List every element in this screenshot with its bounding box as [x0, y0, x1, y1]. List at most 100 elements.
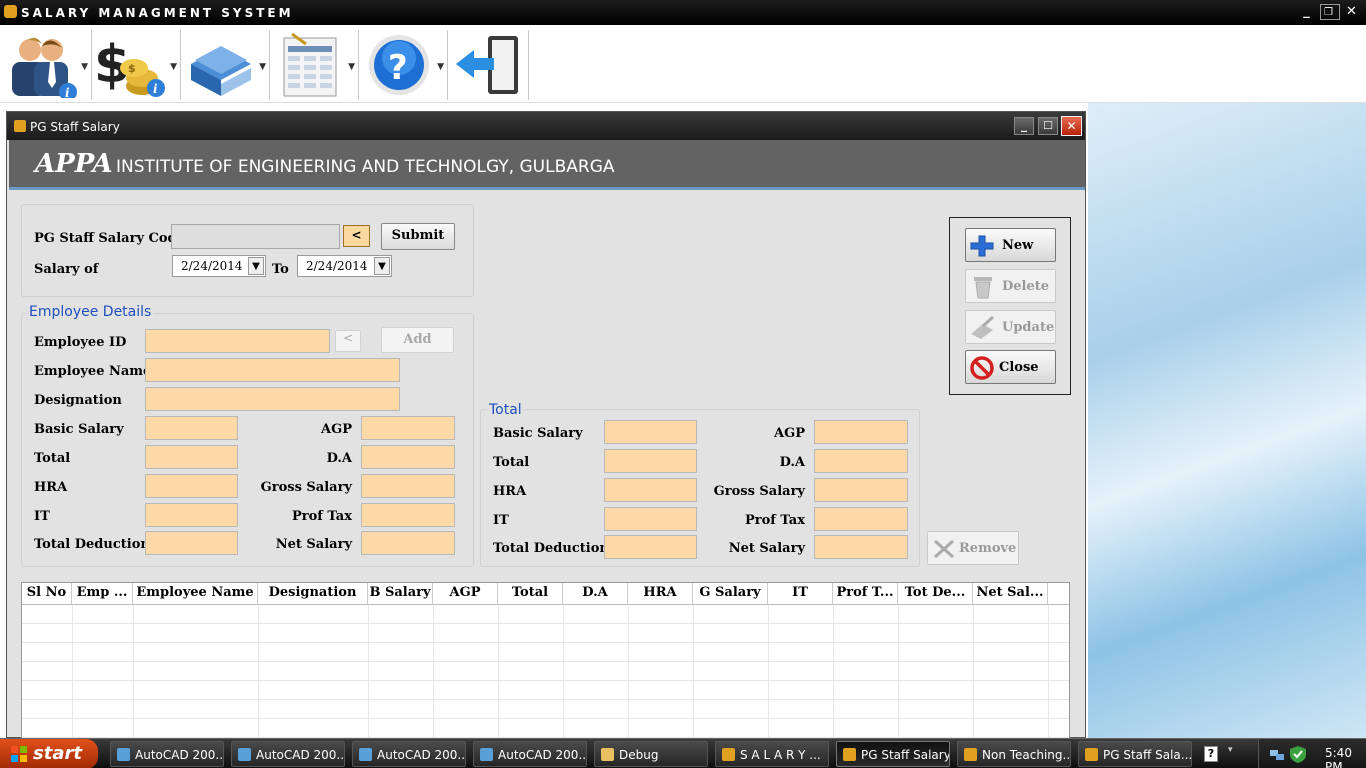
table-row[interactable] [22, 662, 1069, 681]
total-net-salary-input[interactable] [814, 535, 908, 559]
hra-input[interactable] [145, 474, 238, 498]
designation-input[interactable] [145, 387, 400, 411]
column-header[interactable]: Tot De... [898, 583, 973, 605]
designation-label: Designation [34, 393, 122, 408]
app-close-button[interactable]: ✕ [1343, 4, 1363, 20]
update-button[interactable]: Update [965, 310, 1056, 344]
date-to-picker[interactable]: 2/24/2014 ▼ [297, 255, 392, 277]
app-icon [964, 748, 977, 761]
employee-id-input[interactable] [145, 329, 330, 353]
basic-salary-input[interactable] [145, 416, 238, 440]
institute-banner: APPA INSTITUTE OF ENGINEERING AND TECHNO… [9, 140, 1085, 190]
books-button[interactable]: ▼ [181, 30, 270, 100]
table-row[interactable] [22, 719, 1069, 738]
agp-input[interactable] [361, 416, 455, 440]
employee-info-button[interactable]: i ▼ [4, 30, 92, 100]
taskbar-item-debug[interactable]: Debug [594, 741, 708, 767]
total-prof-tax-input[interactable] [814, 507, 908, 531]
taskbar-item-pg-staff-salary-2[interactable]: PG Staff Sala... [1078, 741, 1192, 767]
start-button[interactable]: start [0, 739, 98, 768]
table-row[interactable] [22, 624, 1069, 643]
total-total-deduction-input[interactable] [604, 535, 697, 559]
date-from-picker[interactable]: 2/24/2014 ▼ [172, 255, 266, 277]
chevron-down-icon[interactable]: ▼ [170, 62, 177, 72]
window-close-button[interactable]: ✕ [1061, 116, 1082, 136]
chevron-down-icon[interactable]: ▼ [348, 62, 355, 72]
column-header[interactable]: Employee Name [133, 583, 258, 605]
column-header[interactable]: Net Sal... [973, 583, 1048, 605]
column-header[interactable]: Prof T... [833, 583, 898, 605]
submit-button[interactable]: Submit [381, 223, 455, 250]
add-button[interactable]: Add [381, 327, 454, 353]
total-gross-salary-input[interactable] [814, 478, 908, 502]
windows-logo-icon [11, 746, 27, 762]
salary-grid[interactable]: Sl No Emp ... Employee Name Designation … [21, 582, 1070, 740]
total-agp-input[interactable] [814, 420, 908, 444]
svg-text:i: i [65, 86, 70, 98]
chevron-down-icon[interactable]: ▼ [248, 257, 264, 275]
column-header[interactable]: Designation [258, 583, 368, 605]
column-header[interactable]: Emp ... [72, 583, 133, 605]
total-it-input[interactable] [604, 507, 697, 531]
window-minimize-button[interactable]: _ [1014, 117, 1034, 135]
chevron-down-icon[interactable]: ▼ [437, 62, 444, 72]
prof-tax-input[interactable] [361, 503, 455, 527]
taskbar-item-non-teaching[interactable]: Non Teaching... [957, 741, 1071, 767]
delete-button[interactable]: Delete [965, 269, 1056, 303]
column-header[interactable]: G Salary [693, 583, 768, 605]
column-header[interactable]: AGP [433, 583, 498, 605]
new-button[interactable]: New [965, 228, 1056, 262]
taskbar-item-autocad-3[interactable]: AutoCAD 200... [352, 741, 466, 767]
it-input[interactable] [145, 503, 238, 527]
table-row[interactable] [22, 700, 1069, 719]
help-tray-icon[interactable]: ? [1204, 746, 1218, 762]
table-row[interactable] [22, 605, 1069, 624]
taskbar-item-autocad-2[interactable]: AutoCAD 200... [231, 741, 345, 767]
total-hra-input[interactable] [604, 478, 697, 502]
column-header[interactable]: Total [498, 583, 563, 605]
total-da-input[interactable] [814, 449, 908, 473]
net-salary-input[interactable] [361, 531, 455, 555]
salary-info-button[interactable]: $ $ i ▼ [92, 30, 181, 100]
employee-lookup-button[interactable]: < [335, 330, 361, 352]
chevron-down-icon[interactable]: ▼ [259, 62, 266, 72]
totals-legend: Total [487, 402, 524, 418]
svg-text:i: i [153, 82, 158, 96]
app-minimize-button[interactable]: _ [1298, 4, 1318, 20]
taskbar-item-autocad-1[interactable]: AutoCAD 200... [110, 741, 224, 767]
column-header[interactable]: D.A [563, 583, 628, 605]
total-basic-salary-input[interactable] [604, 420, 697, 444]
column-header[interactable]: HRA [628, 583, 693, 605]
report-button[interactable]: ▼ [270, 30, 359, 100]
chevron-down-icon[interactable]: ▼ [81, 62, 88, 72]
exit-button[interactable] [448, 30, 529, 100]
remove-button[interactable]: Remove [927, 531, 1019, 565]
app-restore-button[interactable]: ❐ [1320, 4, 1340, 20]
chevron-down-icon[interactable]: ▼ [374, 257, 390, 275]
salary-code-input[interactable] [171, 224, 340, 249]
da-input[interactable] [361, 445, 455, 469]
total-total-input[interactable] [604, 449, 697, 473]
table-row[interactable] [22, 681, 1069, 700]
window-maximize-button[interactable]: ☐ [1038, 117, 1058, 135]
employee-name-input[interactable] [145, 358, 400, 382]
total-total-label: Total [493, 455, 530, 470]
taskbar-item-autocad-4[interactable]: AutoCAD 200... [473, 741, 587, 767]
chevron-down-icon[interactable]: ▾ [1228, 745, 1233, 755]
salary-code-lookup-button[interactable]: < [343, 225, 370, 247]
close-button[interactable]: Close [965, 350, 1056, 384]
network-icon[interactable] [1269, 746, 1285, 762]
column-header[interactable]: IT [768, 583, 833, 605]
autocad-icon [238, 748, 251, 761]
help-button[interactable]: ? ▼ [359, 30, 448, 100]
table-row[interactable] [22, 643, 1069, 662]
taskbar-item-pg-staff-salary[interactable]: PG Staff Salary [836, 741, 950, 767]
column-header[interactable]: Sl No [22, 583, 72, 605]
autocad-icon [480, 748, 493, 761]
total-deduction-input[interactable] [145, 531, 238, 555]
security-shield-icon[interactable] [1289, 745, 1307, 763]
gross-salary-input[interactable] [361, 474, 455, 498]
taskbar-item-salary[interactable]: S A L A R Y ... [715, 741, 829, 767]
column-header[interactable]: B Salary [368, 583, 433, 605]
total-input[interactable] [145, 445, 238, 469]
